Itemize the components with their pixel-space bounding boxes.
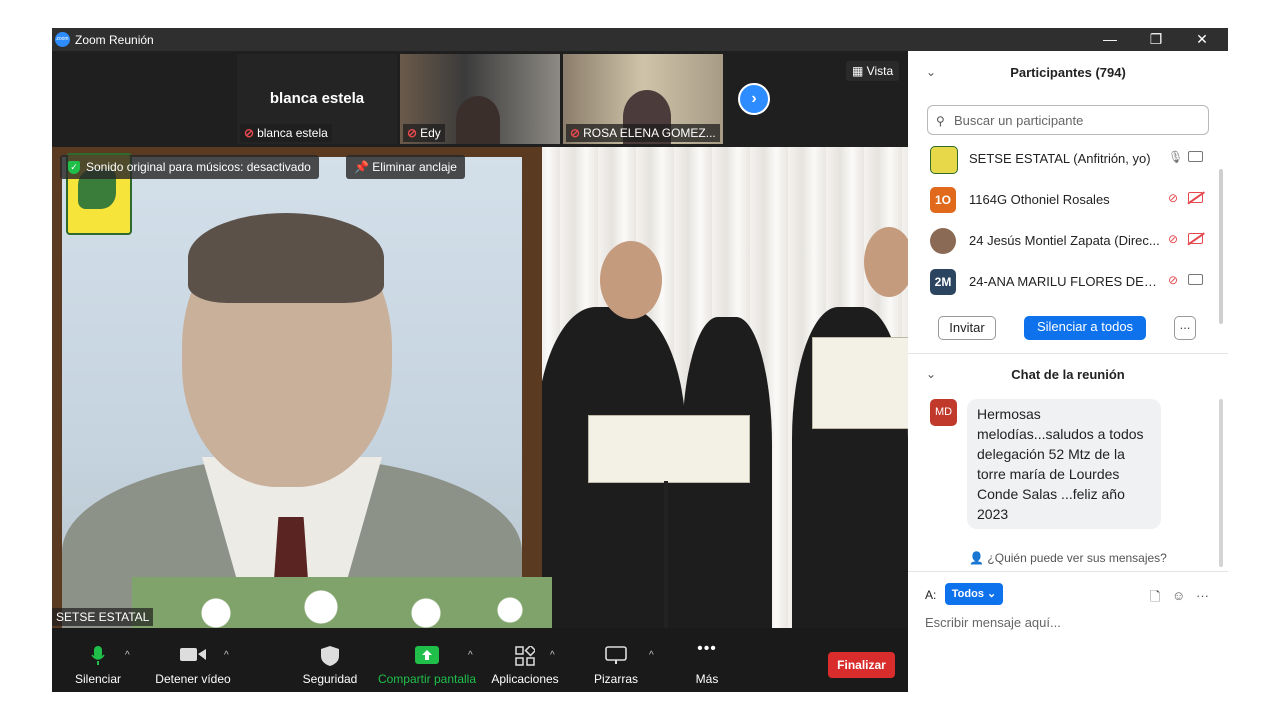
microphone-icon[interactable]: 🎙 bbox=[1168, 150, 1183, 164]
participant-row[interactable]: 24 Jesús Montiel Zapata (Direc... ⊘ bbox=[930, 226, 1210, 256]
user-lock-icon: 👤 bbox=[969, 551, 988, 565]
apps-icon bbox=[515, 646, 535, 666]
violinist-head bbox=[600, 241, 662, 319]
more-dots-icon: ••• bbox=[697, 640, 717, 657]
video-options-caret[interactable]: ^ bbox=[224, 650, 229, 661]
mute-options-caret[interactable]: ^ bbox=[125, 650, 130, 661]
tile-name-label: ⊘ ROSA ELENA GOMEZ... bbox=[566, 124, 720, 142]
next-page-icon[interactable]: › bbox=[738, 83, 770, 115]
chat-message-input[interactable]: Escribir mensaje aquí... bbox=[925, 615, 1061, 630]
participants-scrollbar[interactable] bbox=[1219, 169, 1223, 324]
to-label: A: bbox=[925, 588, 937, 602]
mic-muted-icon: ⊘ bbox=[244, 126, 255, 140]
participants-title: Participantes (794) bbox=[1010, 65, 1126, 80]
view-button[interactable]: ▦ Vista bbox=[846, 61, 900, 81]
whiteboard-icon bbox=[605, 646, 627, 664]
zoom-window: zoom Zoom Reunión — ❐ ✕ blanca estela ⊘ b… bbox=[52, 28, 1228, 692]
participant-row[interactable]: 1O 1164G Othoniel Rosales ⊘ bbox=[930, 185, 1210, 215]
video-off-icon[interactable] bbox=[1188, 233, 1203, 244]
chat-header: ⌄ Chat de la reunión bbox=[908, 353, 1228, 397]
music-stand bbox=[588, 415, 750, 483]
participant-row[interactable]: SETSE ESTATAL (Anfitrión, yo) 🎙 bbox=[930, 144, 1210, 174]
mic-muted-icon: ⊘ bbox=[570, 126, 581, 140]
participant-avatar: 1O bbox=[930, 187, 956, 213]
video-camera-icon[interactable] bbox=[1188, 274, 1203, 285]
more-options-button[interactable]: ... bbox=[1174, 316, 1196, 340]
emoji-icon[interactable]: ☺ bbox=[1172, 588, 1185, 603]
main-video: ✓ Sonido original para músicos: desactiva… bbox=[52, 147, 908, 628]
security-shield-icon bbox=[321, 646, 339, 666]
mute-all-button[interactable]: Silenciar a todos bbox=[1024, 316, 1146, 340]
music-stand-right bbox=[812, 337, 908, 429]
apps-options-caret[interactable]: ^ bbox=[550, 650, 555, 661]
participant-search-input[interactable]: ⚲ Buscar un participante bbox=[927, 105, 1209, 135]
tile-big-name: blanca estela bbox=[269, 90, 365, 107]
mic-muted-icon: ⊘ bbox=[407, 126, 418, 140]
whiteboards-options-caret[interactable]: ^ bbox=[649, 650, 654, 661]
microphone-icon bbox=[91, 646, 105, 665]
video-off-icon[interactable] bbox=[1188, 192, 1203, 203]
original-sound-status: ✓ Sonido original para músicos: desactiva… bbox=[60, 155, 319, 179]
zoom-logo-icon: zoom bbox=[55, 32, 70, 47]
mic-muted-icon[interactable]: ⊘ bbox=[1168, 273, 1178, 287]
whiteboards-button[interactable]: Pizarras bbox=[586, 628, 646, 692]
tile-name-label: ⊘ blanca estela bbox=[240, 124, 332, 142]
chat-scrollbar[interactable] bbox=[1219, 399, 1223, 567]
share-screen-icon bbox=[415, 646, 439, 664]
invite-button[interactable]: Invitar bbox=[938, 316, 996, 340]
meeting-toolbar: Silenciar ^ Detener vídeo ^ Seguridad Co… bbox=[52, 628, 908, 692]
file-icon[interactable]: 🗋 bbox=[1150, 588, 1160, 610]
participant-row[interactable]: 2M 24-ANA MARILU FLORES DEL A... ⊘ bbox=[930, 267, 1210, 297]
security-button[interactable]: Seguridad bbox=[300, 628, 360, 692]
close-button[interactable]: ✕ bbox=[1180, 28, 1224, 51]
music-stand-leg bbox=[664, 481, 668, 628]
message-avatar: MD bbox=[930, 399, 957, 426]
restore-button[interactable]: ❐ bbox=[1134, 28, 1178, 51]
chat-message: Hermosas melodías...saludos a todos dele… bbox=[967, 399, 1161, 529]
grid-icon: ▦ bbox=[852, 64, 867, 78]
side-panel: ⌄ Participantes (794) ⚲ Buscar un partic… bbox=[908, 51, 1228, 692]
more-button[interactable]: ••• Más bbox=[682, 628, 732, 692]
video-camera-icon bbox=[180, 648, 206, 661]
video-camera-icon[interactable] bbox=[1188, 151, 1203, 162]
title-bar: zoom Zoom Reunión — ❐ ✕ bbox=[52, 28, 1228, 51]
chat-title: Chat de la reunión bbox=[1011, 367, 1125, 382]
window-title: Zoom Reunión bbox=[75, 33, 154, 47]
mic-muted-icon[interactable]: ⊘ bbox=[1168, 191, 1178, 205]
mic-muted-icon[interactable]: ⊘ bbox=[1168, 232, 1178, 246]
who-can-see-link[interactable]: 👤 ¿Quién puede ver sus mensajes? bbox=[908, 551, 1228, 565]
flower-arrangement bbox=[132, 577, 552, 628]
share-screen-button[interactable]: Compartir pantalla bbox=[372, 628, 482, 692]
mute-button[interactable]: Silenciar bbox=[68, 628, 128, 692]
participant-avatar bbox=[930, 228, 956, 254]
shield-check-icon: ✓ bbox=[68, 161, 80, 175]
search-icon: ⚲ bbox=[936, 114, 945, 128]
video-tile-rosa[interactable]: ⊘ ROSA ELENA GOMEZ... bbox=[563, 54, 723, 144]
participant-avatar bbox=[930, 146, 958, 174]
portrait-hair bbox=[188, 213, 384, 303]
musician-right-head bbox=[864, 227, 908, 297]
pin-icon: 📌 bbox=[354, 160, 373, 174]
unpin-button[interactable]: 📌 Eliminar anclaje bbox=[346, 155, 465, 179]
video-tile-edy[interactable]: ⊘ Edy bbox=[400, 54, 560, 144]
video-tile-blanca[interactable]: blanca estela ⊘ blanca estela bbox=[237, 54, 397, 144]
minimize-button[interactable]: — bbox=[1088, 28, 1132, 51]
tile-name-label: ⊘ Edy bbox=[403, 124, 445, 142]
participant-avatar: 2M bbox=[930, 269, 956, 295]
main-speaker-name: SETSE ESTATAL bbox=[52, 608, 154, 626]
share-options-caret[interactable]: ^ bbox=[468, 650, 473, 661]
participant-strip: blanca estela ⊘ blanca estela ⊘ Edy ⊘ ROSA … bbox=[52, 51, 908, 147]
divider bbox=[908, 571, 1228, 572]
more-dots-icon[interactable]: ··· bbox=[1196, 588, 1209, 603]
participants-header: ⌄ Participantes (794) bbox=[908, 51, 1228, 95]
end-meeting-button[interactable]: Finalizar bbox=[828, 652, 895, 678]
video-stage: blanca estela ⊘ blanca estela ⊘ Edy ⊘ ROSA … bbox=[52, 51, 908, 628]
recipient-dropdown[interactable]: Todos ⌄ bbox=[945, 583, 1003, 605]
participant-silhouette bbox=[456, 96, 500, 144]
